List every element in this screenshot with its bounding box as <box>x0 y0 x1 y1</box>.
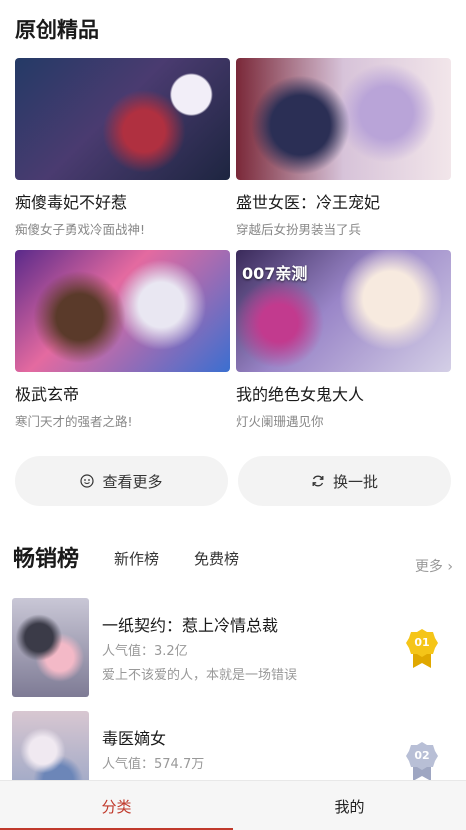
ranking-more-label: 更多 <box>414 559 443 575</box>
bottom-tab-bar: 分类 我的 <box>0 780 466 830</box>
tab-mine-label: 我的 <box>334 797 365 816</box>
ranking-title[interactable]: 畅销榜 <box>13 541 79 573</box>
featured-subtitle: 痴傻女子勇戏冷面战神! <box>15 222 146 237</box>
book-popularity: 人气值：574.7万 <box>102 757 205 772</box>
section-title: 原创精品 <box>15 18 99 42</box>
ranking-header: 畅销榜 新作榜 免费榜 更多 › <box>13 541 453 581</box>
featured-title[interactable]: 痴傻毒妃不好惹 <box>15 189 230 213</box>
refresh-label: 换一批 <box>332 472 378 491</box>
featured-title[interactable]: 我的绝色女鬼大人 <box>236 381 451 405</box>
view-more-label: 查看更多 <box>102 472 163 491</box>
book-popularity: 人气值：3.2亿 <box>102 644 188 659</box>
featured-cover[interactable] <box>15 250 230 372</box>
rank-number: 01 <box>414 636 430 649</box>
smile-icon <box>80 474 95 488</box>
featured-card[interactable]: 盛世女医：冷王宠妃 穿越后女扮男装当了兵 <box>236 58 451 238</box>
featured-subtitle: 穿越后女扮男装当了兵 <box>236 222 362 237</box>
featured-title[interactable]: 盛世女医：冷王宠妃 <box>236 189 451 213</box>
cover-badge: 007亲测 <box>242 264 308 283</box>
tab-mine[interactable]: 我的 <box>233 781 466 830</box>
book-title[interactable]: 一纸契约：惹上冷情总裁 <box>102 612 278 636</box>
view-more-button[interactable]: 查看更多 <box>15 456 228 506</box>
featured-title[interactable]: 极武玄帝 <box>15 381 230 405</box>
featured-cover[interactable] <box>236 58 451 180</box>
tab-new-works[interactable]: 新作榜 <box>114 548 159 569</box>
featured-card[interactable]: 极武玄帝 寒门天才的强者之路! <box>15 250 230 430</box>
featured-cover[interactable]: 007亲测 <box>236 250 451 372</box>
rank-medal-icon: 02 <box>405 741 439 781</box>
ranking-more-link[interactable]: 更多 › <box>415 556 453 576</box>
featured-subtitle: 寒门天才的强者之路! <box>15 414 133 429</box>
rank-number: 02 <box>414 749 430 762</box>
rank-medal-icon: 01 <box>405 628 439 668</box>
book-title[interactable]: 毒医嫡女 <box>102 725 166 749</box>
tab-category[interactable]: 分类 <box>0 781 233 830</box>
book-description: 爱上不该爱的人，本就是一场错误 <box>102 668 298 683</box>
chevron-right-icon: › <box>442 559 453 575</box>
tab-category-label: 分类 <box>101 797 132 816</box>
featured-card[interactable]: 007亲测 我的绝色女鬼大人 灯火阑珊遇见你 <box>236 250 451 430</box>
featured-card[interactable]: 痴傻毒妃不好惹 痴傻女子勇戏冷面战神! <box>15 58 230 238</box>
refresh-icon <box>312 475 324 487</box>
featured-cover[interactable] <box>15 58 230 180</box>
featured-subtitle: 灯火阑珊遇见你 <box>236 414 324 429</box>
list-item[interactable]: 一纸契约：惹上冷情总裁 人气值：3.2亿 爱上不该爱的人，本就是一场错误 01 <box>12 598 452 698</box>
refresh-button[interactable]: 换一批 <box>238 456 451 506</box>
tab-free[interactable]: 免费榜 <box>194 548 239 569</box>
book-thumbnail[interactable] <box>12 598 89 697</box>
